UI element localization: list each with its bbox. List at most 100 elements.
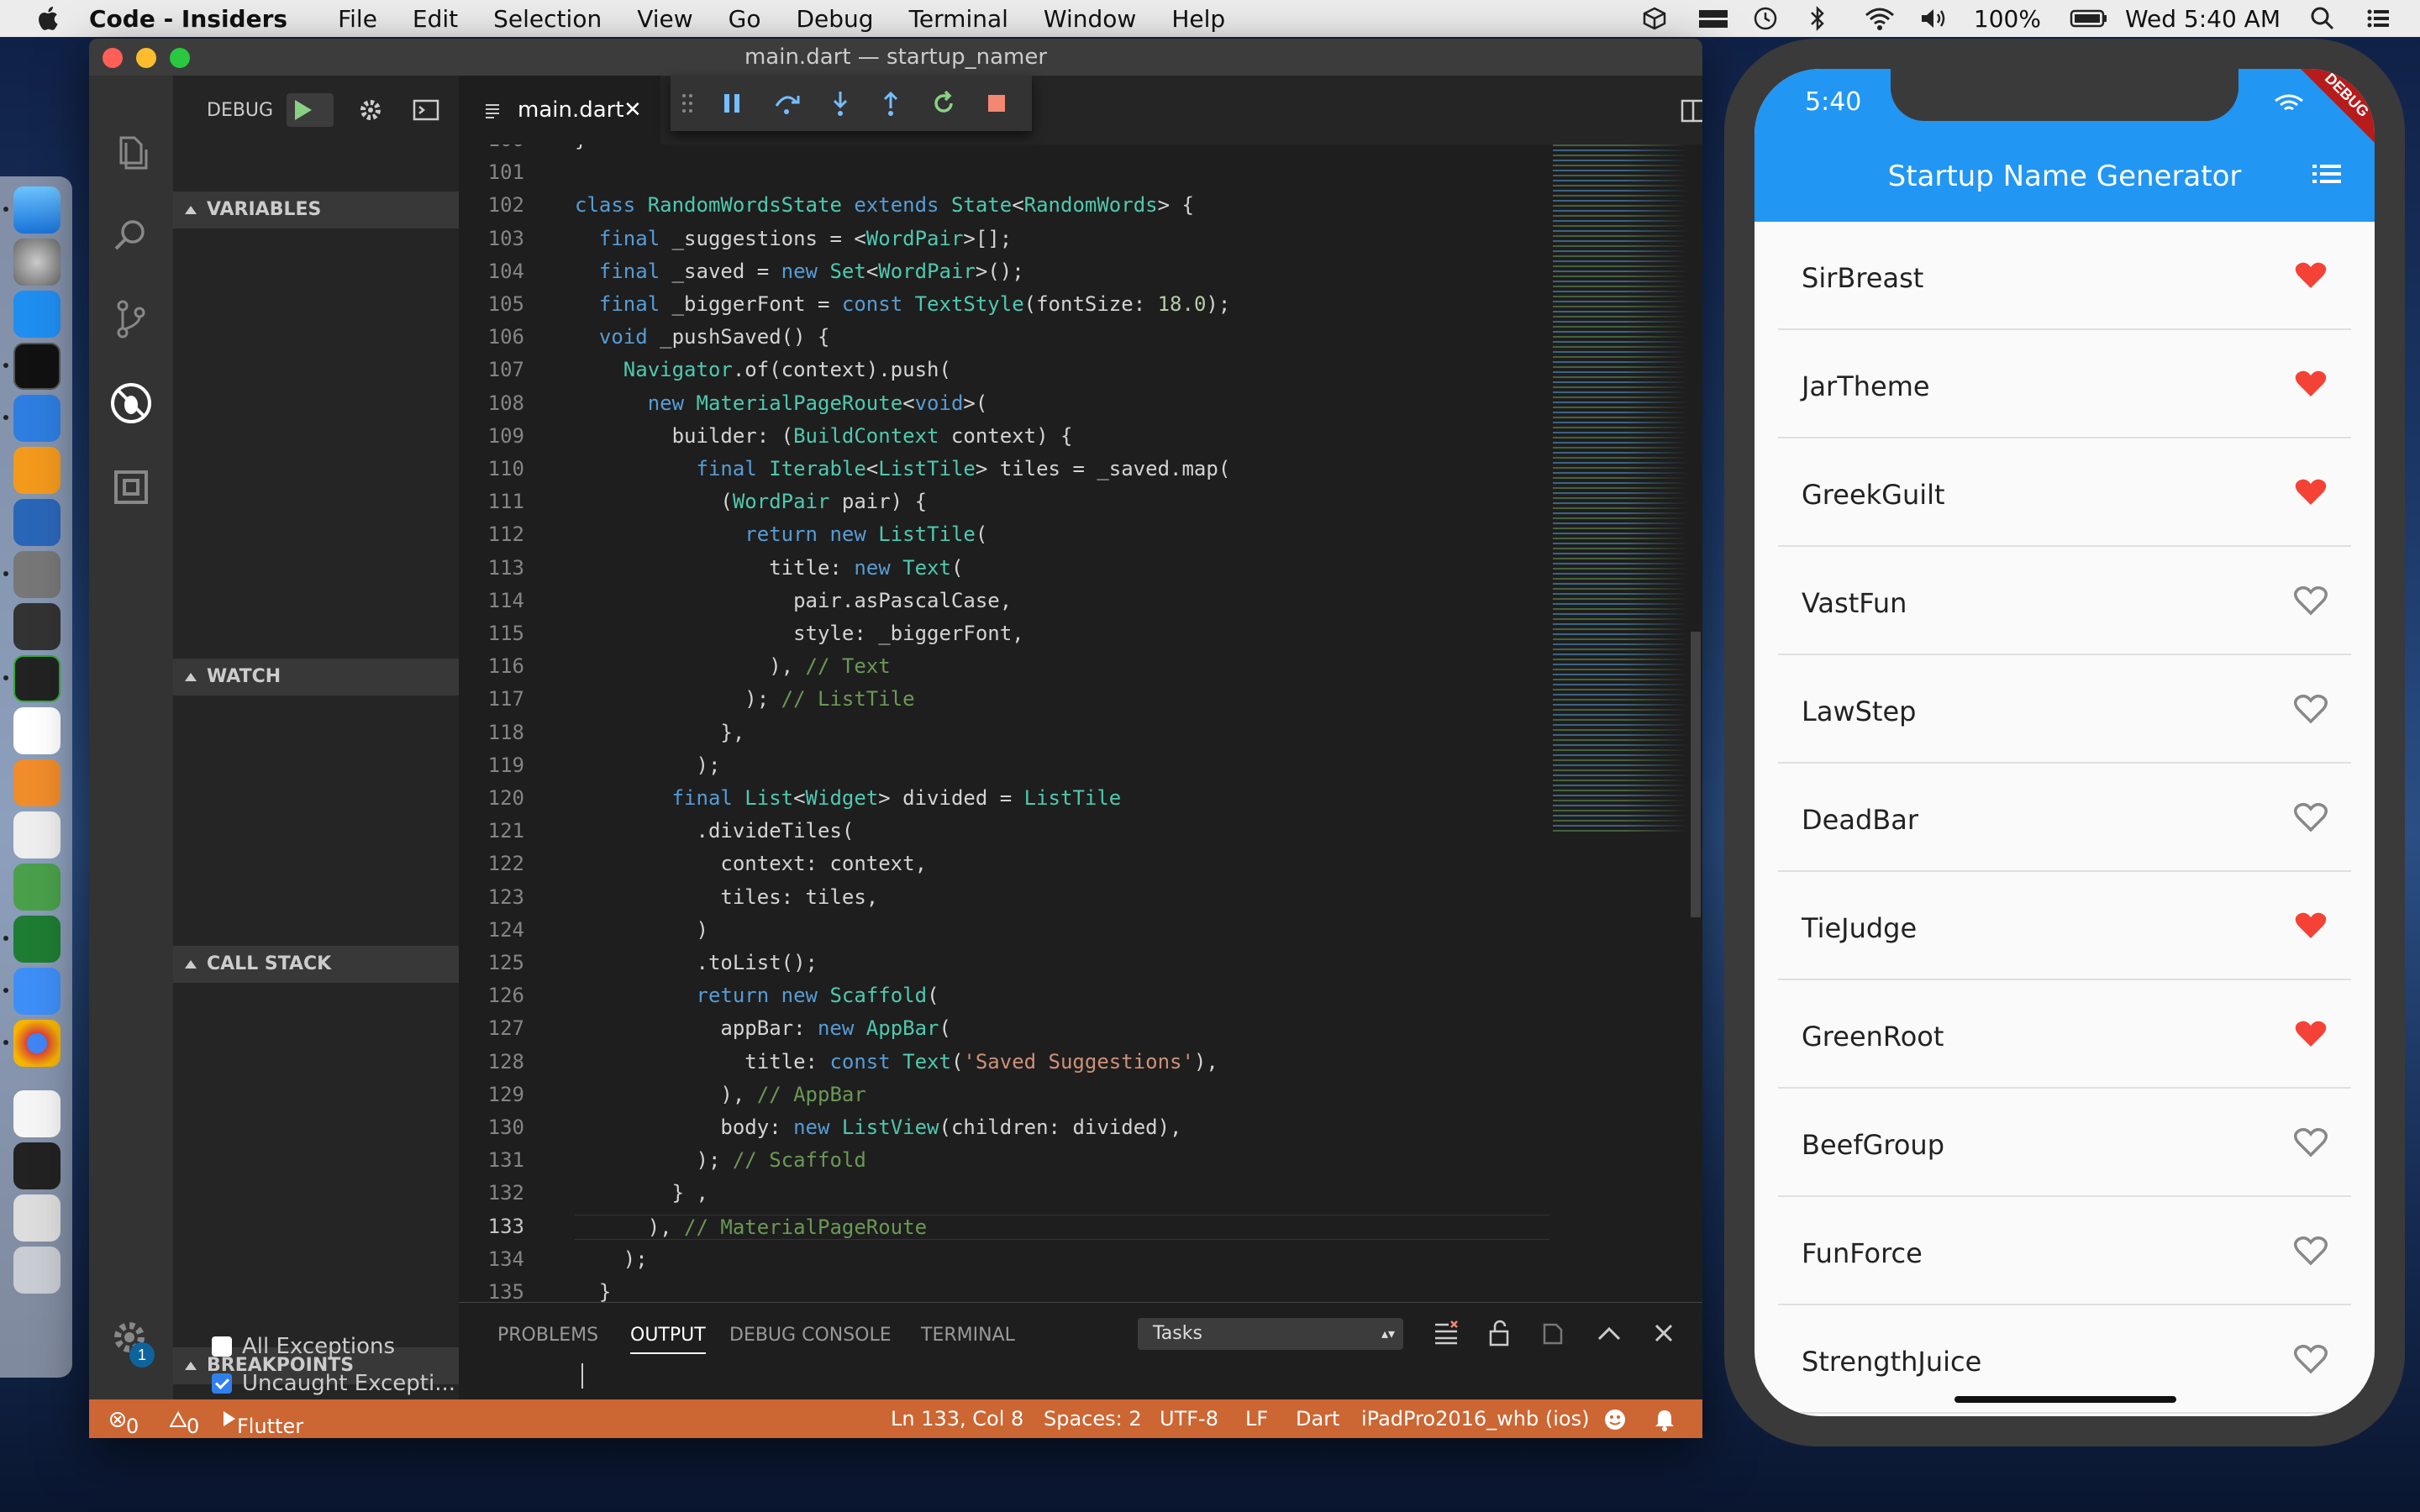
close-tab-icon[interactable]: ✕ — [623, 76, 642, 144]
line-number[interactable]: 119 — [459, 753, 524, 777]
books-icon[interactable] — [13, 759, 60, 806]
cursor-position[interactable]: Ln 133, Col 8 — [891, 1407, 1023, 1431]
bluetooth-icon[interactable] — [1807, 5, 1834, 32]
line-number[interactable]: 118 — [459, 721, 524, 744]
code-line[interactable]: style: _biggerFont, — [575, 622, 1024, 645]
minimap-scrollbar[interactable] — [1691, 632, 1701, 917]
line-number[interactable]: 122 — [459, 852, 524, 875]
minimize-window-button[interactable] — [136, 48, 156, 68]
indentation[interactable]: Spaces: 2 — [1044, 1407, 1142, 1431]
list-item[interactable]: DeadBar — [1778, 764, 2351, 872]
code-line[interactable]: ) — [575, 918, 708, 942]
network-icon[interactable] — [13, 864, 60, 911]
code-line[interactable]: ); // ListTile — [575, 687, 914, 711]
line-number[interactable]: 113 — [459, 556, 524, 580]
code-line[interactable]: ); // Scaffold — [575, 1148, 865, 1172]
line-number[interactable]: 121 — [459, 819, 524, 843]
code-line[interactable]: class RandomWordsState extends State<Ran… — [575, 193, 1194, 217]
minimap[interactable] — [1551, 144, 1702, 1302]
tab-problems[interactable]: PROBLEMS — [497, 1325, 598, 1346]
code-line[interactable]: ), // MaterialPageRoute — [575, 1214, 1549, 1240]
notification-center-icon[interactable] — [2365, 5, 2391, 32]
menubar-clock[interactable]: Wed 5:40 AM — [2125, 5, 2281, 33]
line-number[interactable]: 129 — [459, 1083, 524, 1106]
line-number[interactable]: 123 — [459, 885, 524, 909]
app-store-icon[interactable] — [13, 291, 60, 338]
menu-debug[interactable]: Debug — [796, 5, 873, 33]
heart-filled-icon[interactable] — [2294, 1019, 2328, 1049]
line-number[interactable]: 101 — [459, 160, 524, 184]
code-line[interactable]: .toList(); — [575, 951, 818, 974]
code-line[interactable]: title: new Text( — [575, 556, 963, 580]
list-item[interactable]: GreekGuilt — [1778, 438, 2351, 547]
heart-outline-icon[interactable] — [2294, 1236, 2328, 1266]
menu-go[interactable]: Go — [729, 5, 761, 33]
checkbox-all-exceptions[interactable] — [212, 1336, 232, 1357]
line-number[interactable]: 100 — [459, 144, 524, 151]
step-out-icon[interactable] — [881, 90, 901, 117]
volume-icon[interactable] — [1918, 5, 1945, 32]
line-number[interactable]: 120 — [459, 786, 524, 810]
breakpoint-uncaught-exceptions[interactable]: Uncaught Excepti... — [212, 1371, 455, 1396]
list-item[interactable]: SirBreast — [1778, 222, 2351, 330]
variables-section[interactable]: VARIABLES — [173, 192, 459, 228]
chrome-icon[interactable] — [13, 1020, 60, 1067]
line-number[interactable]: 102 — [459, 193, 524, 217]
menu-terminal[interactable]: Terminal — [909, 5, 1008, 33]
simulator-icon[interactable] — [13, 968, 60, 1015]
code-line[interactable]: final List<Widget> divided = ListTile — [575, 786, 1122, 810]
heart-outline-icon[interactable] — [2294, 1127, 2328, 1158]
list-item[interactable]: BeefGroup — [1778, 1089, 2351, 1197]
breakpoint-all-exceptions[interactable]: All Exceptions — [212, 1334, 395, 1359]
code-line[interactable]: final _saved = new Set<WordPair>(); — [575, 260, 1024, 283]
tab-debug-console[interactable]: DEBUG CONSOLE — [729, 1325, 892, 1346]
drag-handle-icon[interactable] — [681, 92, 694, 114]
line-number[interactable]: 128 — [459, 1050, 524, 1074]
line-number[interactable]: 105 — [459, 292, 524, 316]
photo-app-icon[interactable] — [13, 603, 60, 650]
wifi-icon[interactable] — [1863, 5, 1894, 32]
list-item[interactable]: LawStep — [1778, 655, 2351, 764]
activity-monitor-icon[interactable] — [13, 655, 60, 702]
server-icon[interactable] — [1697, 5, 1728, 32]
numbers-icon[interactable] — [13, 811, 60, 858]
code-line[interactable]: return new Scaffold( — [575, 984, 939, 1007]
pause-icon[interactable] — [721, 92, 743, 115]
menu-file[interactable]: File — [338, 5, 377, 33]
notifications-bell-icon[interactable] — [1654, 1408, 1676, 1431]
debug-start-button[interactable] — [287, 93, 334, 127]
search-icon[interactable] — [108, 212, 155, 259]
line-number[interactable]: 126 — [459, 984, 524, 1007]
battery-icon[interactable] — [2070, 5, 2107, 32]
code-line[interactable]: } — [575, 1280, 611, 1302]
spotlight-search-icon[interactable] — [2309, 5, 2336, 32]
call-stack-section[interactable]: CALL STACK — [173, 946, 459, 983]
line-number[interactable]: 131 — [459, 1148, 524, 1172]
code-editor[interactable]: 100} 101 102 class RandomWordsState extends… — [459, 144, 1551, 1302]
box-icon[interactable] — [1641, 5, 1668, 32]
target-device[interactable]: iPadPro2016_whb (ios) — [1361, 1407, 1589, 1431]
line-number[interactable]: 115 — [459, 622, 524, 645]
finder-icon[interactable] — [13, 186, 60, 234]
code-line[interactable]: (WordPair pair) { — [575, 490, 927, 513]
lock-scroll-icon[interactable] — [1487, 1320, 1511, 1347]
code-line[interactable]: .divideTiles( — [575, 819, 854, 843]
vscode-insiders-icon[interactable] — [13, 916, 60, 963]
encoding[interactable]: UTF-8 — [1160, 1407, 1218, 1431]
step-over-icon[interactable] — [773, 91, 800, 116]
line-number[interactable]: 132 — [459, 1181, 524, 1205]
apple-logo-icon[interactable] — [34, 3, 64, 34]
code-line[interactable]: final _suggestions = <WordPair>[]; — [575, 227, 1012, 250]
tab-terminal[interactable]: TERMINAL — [921, 1325, 1015, 1346]
code-line[interactable]: }, — [575, 721, 744, 744]
clear-output-icon[interactable] — [1434, 1320, 1459, 1345]
feedback-smiley-icon[interactable] — [1603, 1408, 1627, 1431]
split-editor-icon[interactable] — [1681, 99, 1702, 123]
explorer-icon[interactable] — [108, 128, 155, 175]
list-item[interactable]: TieJudge — [1778, 872, 2351, 980]
output-channel-select[interactable]: Tasks ▴▾ — [1138, 1318, 1403, 1350]
line-number[interactable]: 109 — [459, 424, 524, 448]
line-number[interactable]: 110 — [459, 457, 524, 480]
tab-main-dart[interactable]: main.dart ✕ — [459, 76, 660, 144]
close-window-button[interactable] — [103, 48, 123, 68]
